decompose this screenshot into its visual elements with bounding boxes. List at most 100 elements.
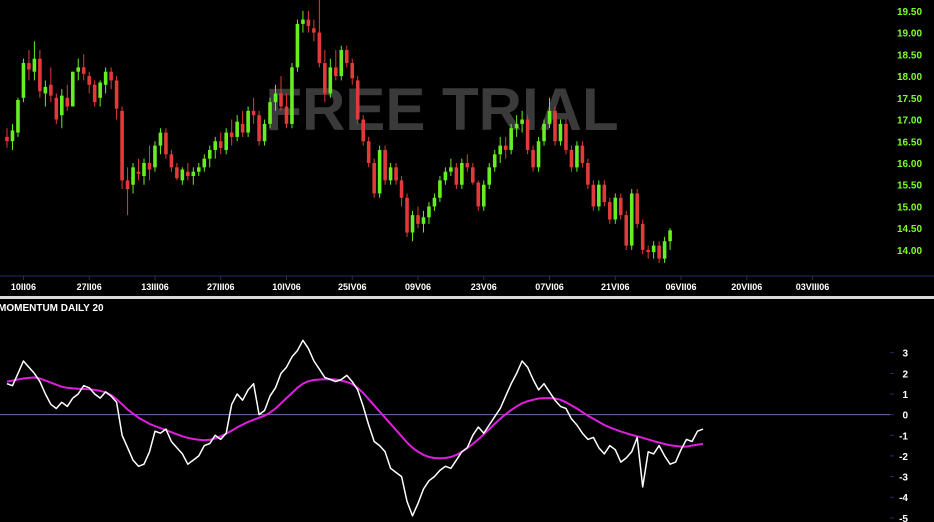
candle-up (246, 110, 250, 133)
candle-up (509, 128, 513, 150)
price-tick-label: 16.00 (897, 159, 922, 170)
candle-up (443, 171, 448, 181)
candle-down (5, 136, 9, 142)
candle-up (273, 93, 278, 103)
candle-down (27, 63, 31, 70)
candle-up (70, 71, 75, 107)
candle-down (240, 123, 245, 133)
candle-down (361, 119, 365, 142)
candle-up (432, 197, 437, 207)
candle-down (646, 249, 650, 253)
candle-down (580, 145, 585, 163)
candle-down (312, 28, 316, 33)
candle-up (339, 49, 344, 77)
date-tick-label: 25IV06 (338, 282, 367, 292)
candle-down (136, 171, 141, 174)
candle-up (43, 86, 48, 94)
candle-up (142, 162, 146, 177)
date-tick-label: 09V06 (405, 282, 431, 292)
momentum-tick-label: 1 (902, 390, 908, 401)
price-tick-label: 18.50 (897, 50, 922, 61)
candle-up (158, 132, 163, 146)
candle-down (355, 80, 360, 120)
candle-up (191, 171, 196, 177)
candle-up (328, 67, 333, 94)
date-tick-label: 10II06 (11, 282, 36, 292)
candle-down (372, 162, 376, 194)
momentum-tick-label: -3 (899, 473, 908, 484)
candle-down (87, 76, 91, 85)
candle-down (394, 167, 398, 181)
candle-down (125, 180, 130, 190)
candle-down (465, 162, 470, 168)
candle-up (180, 169, 185, 181)
candle-down (229, 132, 234, 137)
candle-down (383, 149, 387, 181)
candle-up (103, 71, 108, 85)
candle-down (344, 49, 349, 64)
candle-up (295, 23, 300, 68)
candle-down (323, 63, 327, 94)
candle-down (251, 110, 256, 116)
candle-down (38, 58, 42, 92)
candle-up (410, 215, 415, 233)
candle-down (624, 215, 629, 246)
price-tick-label: 17.50 (897, 94, 922, 105)
candle-up (301, 19, 305, 24)
price-tick-label: 19.50 (897, 7, 922, 18)
candle-up (388, 167, 393, 181)
price-tick-label: 15.00 (897, 202, 922, 213)
candle-down (476, 182, 481, 207)
candle-up (575, 145, 579, 168)
price-tick-label: 15.50 (897, 181, 922, 192)
date-tick-label: 07VI06 (535, 282, 564, 292)
candle-down (169, 154, 174, 168)
candle-down (591, 184, 596, 207)
candle-down (175, 167, 179, 179)
momentum-tick-label: -2 (899, 452, 908, 463)
candle-down (284, 106, 289, 124)
candle-down (553, 110, 557, 142)
date-tick-label: 13III06 (141, 282, 169, 292)
candle-down (92, 84, 97, 103)
candle-down (503, 145, 508, 150)
candle-up (460, 162, 464, 185)
candle-down (531, 149, 535, 168)
candle-down (334, 67, 338, 77)
candle-down (608, 202, 612, 220)
panel-divider (0, 296, 934, 299)
candle-up (542, 123, 546, 142)
stock-chart: FREE TRIAL 10II06 27II06 13III06 27III06 10I… (0, 0, 934, 522)
price-tick-label: 17.00 (897, 116, 922, 127)
date-tick-label: 06VII06 (666, 282, 697, 292)
candle-up (520, 119, 524, 124)
candle-down (120, 110, 124, 181)
candle-down (218, 141, 223, 148)
date-tick-label: 10IV06 (272, 282, 301, 292)
price-tick-label: 16.50 (897, 137, 922, 148)
candle-up (224, 132, 228, 150)
candle-up (558, 123, 563, 142)
momentum-tick-label: 0 (902, 411, 908, 422)
candle-down (471, 167, 475, 183)
price-tick-label: 18.00 (897, 72, 922, 83)
candle-up (492, 154, 497, 168)
candle-down (569, 149, 574, 168)
date-tick-label: 03VIII06 (796, 282, 830, 292)
candle-down (657, 245, 661, 259)
candle-up (202, 158, 207, 168)
candle-up (16, 99, 20, 133)
candle-down (635, 193, 639, 224)
date-tick-label: 23V06 (471, 282, 497, 292)
candle-down (147, 162, 152, 170)
candle-up (60, 95, 64, 116)
candle-up (262, 123, 267, 142)
candle-up (290, 67, 294, 124)
candle-up (427, 206, 431, 218)
candle-up (449, 167, 453, 172)
price-tick-label: 14.00 (897, 246, 922, 257)
candle-down (454, 167, 459, 185)
candle-up (153, 145, 157, 168)
momentum-tick-label: 3 (902, 349, 908, 360)
candle-up (76, 67, 81, 72)
